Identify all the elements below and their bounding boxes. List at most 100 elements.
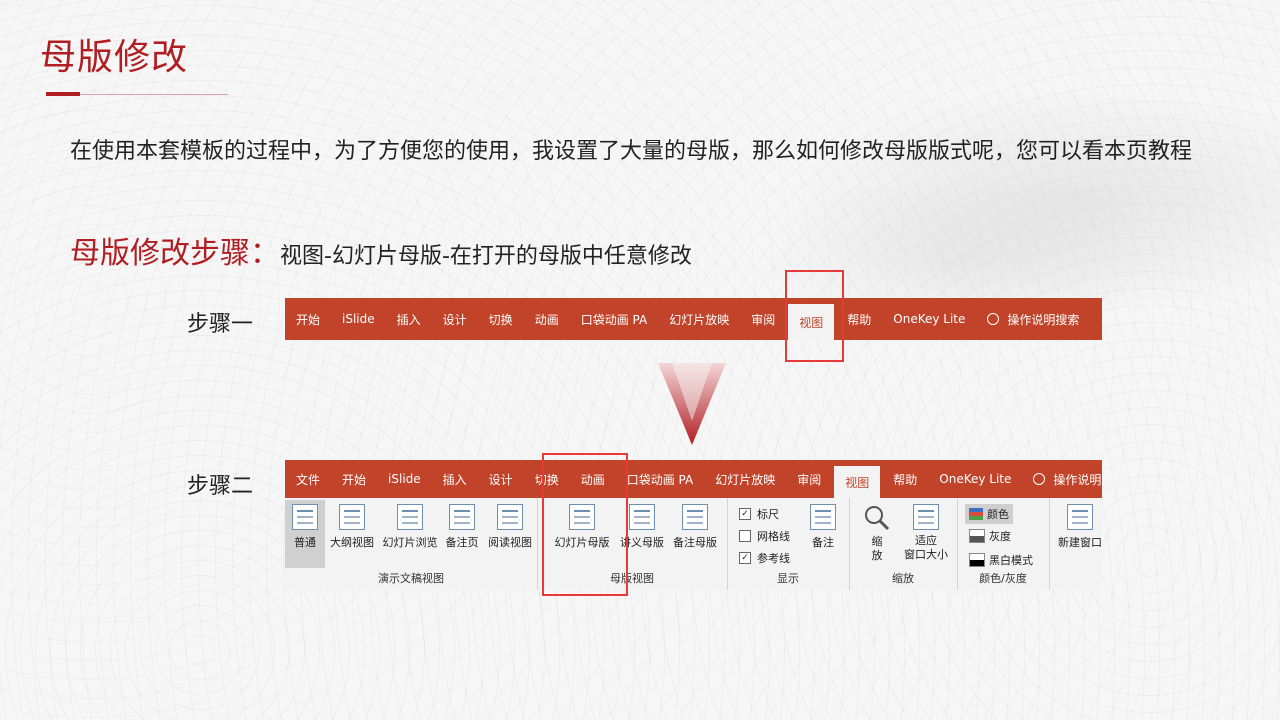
notes-button-label: 备注: [812, 536, 834, 549]
slide-sorter-button[interactable]: 幻灯片浏览: [380, 504, 440, 550]
steps-heading: 母版修改步骤：视图-幻灯片母版-在打开的母版中任意修改: [70, 228, 692, 272]
ruler-check-icon: ✓: [739, 508, 751, 520]
lightbulb-icon: [987, 313, 1000, 325]
group-presentation-views: 普通 大纲视图 幻灯片浏览 备注页 阅读视图 演示文稿视图: [285, 498, 538, 590]
ribbon1-tab-islide[interactable]: iSlide: [331, 298, 386, 340]
ribbon2-tabbar: 文件 开始 iSlide 插入 设计 切换 动画 口袋动画 PA 幻灯片放映 审…: [285, 460, 1102, 498]
step2-label: 步骤二: [187, 474, 254, 499]
gridlines-check-icon: [739, 530, 751, 542]
ribbon2-tab-home[interactable]: 开始: [331, 460, 377, 498]
new-window-icon: [1067, 504, 1093, 530]
zoom-button-label: 缩 放: [871, 535, 883, 562]
ribbon2-tab-pocket-animation[interactable]: 口袋动画 PA: [616, 460, 705, 498]
step1-label: 步骤一: [187, 312, 254, 337]
black-white-swatch-icon: [969, 553, 985, 567]
black-white-label: 黑白模式: [989, 554, 1033, 567]
fit-to-window-label-2: 窗口大小: [904, 548, 948, 561]
ribbon2-tab-design[interactable]: 设计: [478, 460, 524, 498]
notes-icon: [810, 504, 836, 530]
fit-to-window-label-1: 适应: [915, 534, 937, 547]
down-arrow-icon: [658, 363, 726, 445]
notes-master-button[interactable]: 备注母版: [669, 504, 721, 550]
color-swatch-icon: [969, 508, 983, 520]
new-window-label: 新建窗口: [1058, 536, 1102, 549]
new-window-button[interactable]: 新建窗口: [1055, 504, 1102, 550]
ribbon2: 文件 开始 iSlide 插入 设计 切换 动画 口袋动画 PA 幻灯片放映 审…: [285, 460, 1102, 590]
intro-text: 在使用本套模板的过程中，为了方便您的使用，我设置了大量的母版，那么如何修改母版版…: [70, 139, 1193, 164]
group-label-color-grayscale: 颜色/灰度: [979, 572, 1027, 585]
outline-view-icon: [339, 504, 365, 530]
notes-page-icon: [449, 504, 475, 530]
reading-view-button[interactable]: 阅读视图: [484, 504, 536, 550]
zoom-button[interactable]: 缩 放: [859, 504, 895, 563]
guides-label: 参考线: [757, 552, 790, 565]
ribbon2-tab-slideshow[interactable]: 幻灯片放映: [704, 460, 786, 498]
handout-master-icon: [629, 504, 655, 530]
ribbon2-search-label: 操作说明: [1053, 472, 1102, 487]
normal-view-icon: [292, 504, 318, 530]
guides-checkbox[interactable]: ✓ 参考线: [739, 550, 790, 566]
group-label-show: 显示: [777, 572, 799, 585]
ribbon2-tab-insert[interactable]: 插入: [432, 460, 478, 498]
ribbon1-tab-pocket-animation[interactable]: 口袋动画 PA: [570, 298, 659, 340]
outline-view-button[interactable]: 大纲视图: [327, 504, 377, 550]
guides-check-icon: ✓: [739, 552, 751, 564]
notes-master-label: 备注母版: [673, 536, 717, 549]
ribbon2-tab-file[interactable]: 文件: [285, 460, 331, 498]
reading-view-icon: [497, 504, 523, 530]
ribbon1-tabbar: 开始 iSlide 插入 设计 切换 动画 口袋动画 PA 幻灯片放映 审阅 视…: [285, 298, 1102, 340]
ribbon1-search[interactable]: 操作说明搜索: [976, 298, 1090, 340]
ribbon1-tab-onekey[interactable]: OneKey Lite: [882, 298, 976, 340]
ribbon1-tab-slideshow[interactable]: 幻灯片放映: [658, 298, 740, 340]
reading-view-label: 阅读视图: [488, 536, 532, 549]
steps-heading-label: 母版修改步骤：: [70, 236, 280, 271]
group-color-grayscale: 颜色 灰度 黑白模式 颜色/灰度: [957, 498, 1050, 590]
title-underline-accent: [46, 92, 80, 96]
ribbon1-tab-review[interactable]: 审阅: [740, 298, 786, 340]
ribbon2-search[interactable]: 操作说明: [1022, 460, 1102, 498]
group-zoom: 缩 放 适应 窗口大小 缩放: [849, 498, 958, 590]
ribbon1-tab-transitions[interactable]: 切换: [478, 298, 524, 340]
ribbon1-tab-insert[interactable]: 插入: [386, 298, 432, 340]
highlight-box-slide-master: [542, 453, 628, 596]
steps-path: 视图-幻灯片母版-在打开的母版中任意修改: [280, 244, 692, 269]
group-show: ✓ 标尺 网格线 ✓ 参考线 备注 显示: [727, 498, 850, 590]
ruler-label: 标尺: [757, 508, 779, 521]
color-label: 颜色: [987, 508, 1009, 521]
ribbon2-tab-view[interactable]: 视图: [834, 466, 881, 498]
ribbon2-tab-help[interactable]: 帮助: [882, 460, 928, 498]
lightbulb-icon: [1033, 473, 1046, 485]
color-button[interactable]: 颜色: [965, 504, 1013, 524]
ribbon1-tab-design[interactable]: 设计: [432, 298, 478, 340]
gridlines-label: 网格线: [757, 530, 790, 543]
group-label-zoom: 缩放: [892, 572, 914, 585]
normal-view-label: 普通: [294, 536, 316, 549]
notes-button[interactable]: 备注: [805, 504, 841, 550]
fit-to-window-button[interactable]: 适应 窗口大小: [899, 504, 953, 562]
ribbon2-tab-review[interactable]: 审阅: [786, 460, 832, 498]
magnifier-icon: [865, 506, 890, 531]
ribbon1-tab-animations[interactable]: 动画: [524, 298, 570, 340]
group-label-presentation-views: 演示文稿视图: [378, 572, 444, 585]
ribbon2-tab-islide[interactable]: iSlide: [377, 460, 432, 498]
ruler-checkbox[interactable]: ✓ 标尺: [739, 506, 779, 522]
group-window: 新建窗口: [1049, 498, 1102, 590]
notes-master-icon: [682, 504, 708, 530]
highlight-box-view-tab: [785, 270, 844, 362]
ribbon1-search-label: 操作说明搜索: [1007, 312, 1080, 327]
slide-sorter-icon: [397, 504, 423, 530]
ribbon2-tab-onekey[interactable]: OneKey Lite: [928, 460, 1022, 498]
slide-sorter-label: 幻灯片浏览: [382, 536, 438, 549]
outline-view-label: 大纲视图: [330, 536, 374, 549]
gridlines-checkbox[interactable]: 网格线: [739, 528, 790, 544]
slide-title: 母版修改: [40, 37, 189, 78]
notes-page-label: 备注页: [445, 536, 479, 549]
fit-to-window-icon: [913, 504, 939, 530]
black-white-button[interactable]: 黑白模式: [969, 552, 1033, 568]
normal-view-button[interactable]: 普通: [285, 500, 325, 568]
ribbon1-tab-home[interactable]: 开始: [285, 298, 331, 340]
grayscale-swatch-icon: [969, 529, 985, 543]
grayscale-button[interactable]: 灰度: [969, 528, 1011, 544]
notes-page-button[interactable]: 备注页: [442, 504, 482, 550]
ribbon2-body: 普通 大纲视图 幻灯片浏览 备注页 阅读视图 演示文稿视图 幻灯片母版 讲义母版…: [285, 498, 1102, 590]
